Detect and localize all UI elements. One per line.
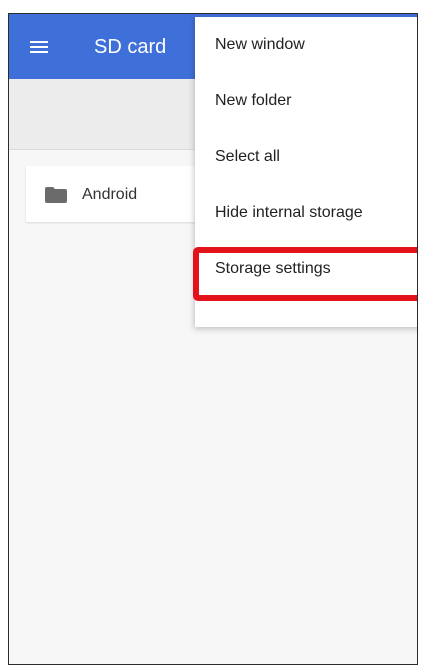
- menu-item-new-folder[interactable]: New folder: [195, 73, 417, 129]
- menu-item-storage-settings[interactable]: Storage settings: [195, 241, 417, 297]
- menu-item-select-all[interactable]: Select all: [195, 129, 417, 185]
- menu-item-label: Storage settings: [215, 260, 331, 277]
- menu-item-hide-internal-storage[interactable]: Hide internal storage: [195, 185, 417, 241]
- folder-item-android[interactable]: Android: [26, 166, 196, 222]
- hamburger-menu-icon[interactable]: [30, 41, 48, 53]
- folder-name: Android: [82, 186, 138, 203]
- menu-item-label: Select all: [215, 148, 280, 165]
- menu-item-label: Hide internal storage: [215, 204, 363, 221]
- menu-item-new-window[interactable]: New window: [195, 17, 417, 73]
- menu-item-label: New folder: [215, 92, 292, 109]
- menu-item-label: New window: [215, 36, 305, 53]
- app-title: SD card: [94, 36, 167, 58]
- screen-frame: SD card Android New window New folder Se…: [8, 13, 418, 665]
- folder-icon: [45, 187, 67, 203]
- overflow-menu: New window New folder Select all Hide in…: [195, 17, 417, 327]
